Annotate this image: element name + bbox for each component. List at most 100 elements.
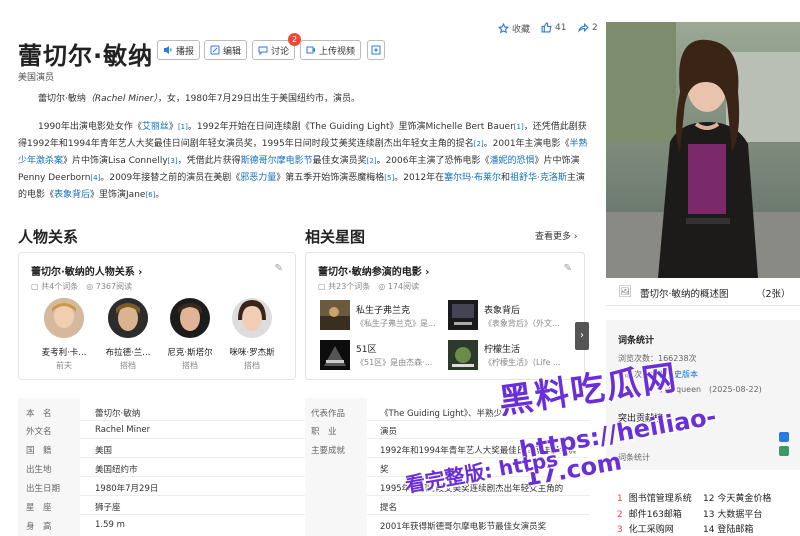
text-fragment: 。2006	[376, 156, 409, 166]
link-supernatural[interactable]: 邪恶力量	[240, 173, 276, 183]
citation-link[interactable]: [5]	[384, 174, 394, 182]
hot-item[interactable]: 14 登陆邮箱	[703, 522, 753, 535]
avatar[interactable]	[232, 298, 272, 338]
movie-poster[interactable]	[320, 340, 350, 370]
citation-link[interactable]: [3]	[168, 157, 178, 165]
read-aloud-button[interactable]: 播报	[157, 40, 201, 60]
text-fragment: 魔梅格	[357, 173, 385, 183]
edit-pencil-icon[interactable]: ✎	[564, 263, 572, 274]
info-label: 出生地	[26, 465, 52, 475]
relations-entry-count: 共4个词条	[41, 282, 79, 291]
info-value: 《The Guiding Light》、半熟少...	[380, 409, 511, 419]
image-icon: 🖼	[618, 285, 632, 298]
hot-rank: 13	[703, 510, 715, 520]
link-festival[interactable]: 斯德哥尔摩电影节	[241, 156, 313, 166]
movie-title[interactable]: 表象背后	[484, 303, 520, 316]
person-name[interactable]: 布拉德·兰...	[98, 346, 158, 358]
view-more-link[interactable]: 查看更多 ›	[535, 229, 578, 242]
citation-link[interactable]: [6]	[145, 191, 155, 199]
collect-button[interactable]: 收藏	[498, 22, 530, 35]
share-button[interactable]: 2	[578, 22, 598, 33]
hot-item[interactable]: 1 图书馆管理系统	[617, 491, 692, 504]
citation-link[interactable]: [1]	[514, 123, 524, 131]
hot-item[interactable]: 12 今天黄金价格	[703, 491, 771, 504]
info-value: 提名	[380, 503, 398, 513]
hot-rank: 14	[703, 525, 715, 535]
eye-icon: ◎	[86, 282, 94, 291]
chat-bubble-icon	[258, 46, 268, 55]
info-label: 身 高	[26, 522, 52, 532]
person-role: 搭档	[120, 361, 136, 370]
star-icon	[498, 23, 509, 34]
info-value: 奖	[380, 465, 389, 475]
related-card-meta: ▢ 共23个词条 ◎ 174阅读	[318, 281, 419, 292]
movie-poster[interactable]	[448, 300, 478, 330]
relations-card-title[interactable]: 蕾切尔·敏纳的人物关系 ›	[31, 263, 142, 278]
link-movie[interactable]: 潘妮的恐惧	[489, 156, 534, 166]
bookmark-icon[interactable]	[779, 446, 789, 456]
photo-caption-bar[interactable]: 🖼 蕾切尔·敏纳的概述图 （2张）	[606, 278, 800, 306]
person-role: 搭档	[182, 361, 198, 370]
citation-link[interactable]: [2]	[474, 140, 484, 148]
upload-video-button[interactable]: 上传视频	[300, 40, 362, 60]
edit-pencil-icon[interactable]: ✎	[275, 263, 283, 274]
person-name[interactable]: 咪咪·罗杰斯	[222, 346, 282, 358]
info-label: 出生日期	[26, 484, 61, 494]
hot-title: 今天黄金价格	[717, 494, 772, 504]
hot-item[interactable]: 2 邮件163邮箱	[617, 507, 682, 520]
citation-link[interactable]: [4]	[90, 174, 100, 182]
hot-title: 化工采购网	[628, 525, 674, 535]
info-value: 蕾切尔·敏纳	[95, 409, 141, 419]
link-movie[interactable]: 表象背后	[54, 190, 90, 200]
movie-poster[interactable]	[448, 340, 478, 370]
link-actor[interactable]: 塞尔玛·布莱尔	[444, 173, 501, 183]
thumbs-up-icon	[541, 22, 552, 33]
movie-desc: 《私生子弗兰克》是...	[356, 319, 436, 328]
upload-video-label: 上传视频	[319, 46, 356, 57]
info-value-link[interactable]: 狮子座	[95, 501, 121, 513]
hot-item[interactable]: 13 大数据平台	[703, 507, 762, 520]
intro-paragraph-2: 1990年出演电影处女作《艾丽丝》[1]。1992年开始在日间连续剧《The G…	[18, 119, 588, 204]
avatar[interactable]	[108, 298, 148, 338]
link-actor[interactable]: 祖舒华·克洛斯	[510, 173, 567, 183]
info-label: 外文名	[26, 427, 52, 437]
divider	[18, 514, 590, 515]
text-fragment: 1990年出演电影处女作《	[38, 122, 142, 132]
plus-icon	[371, 45, 381, 55]
like-button[interactable]: 41	[541, 22, 566, 33]
photo-count: （2张）	[756, 289, 791, 300]
intro-latin-name: （Rachel Miner）	[85, 94, 158, 104]
hot-title: 登陆邮箱	[717, 525, 754, 535]
intro-name: 蕾切尔·敏纳	[38, 94, 86, 104]
edit-button[interactable]: 编辑	[204, 40, 248, 60]
related-card-title[interactable]: 蕾切尔·敏纳参演的电影 ›	[318, 263, 429, 278]
entry-icon: ▢	[31, 282, 39, 291]
movie-desc: 《51区》是由杰森·...	[356, 358, 433, 367]
hot-rank: 1	[617, 494, 623, 504]
movie-title[interactable]: 51区	[356, 342, 376, 355]
citation-link[interactable]: [1]	[178, 123, 188, 131]
text-fragment: ，还	[523, 122, 542, 132]
citation-link[interactable]: [2]	[367, 157, 377, 165]
avatar[interactable]	[44, 298, 84, 338]
movie-title[interactable]: 柠檬生活	[484, 342, 520, 355]
info-value-link[interactable]: 美国	[95, 444, 112, 456]
link-alice[interactable]: 艾丽丝	[142, 122, 169, 132]
relations-heading: 人物关系	[18, 228, 79, 246]
avatar[interactable]	[170, 298, 210, 338]
movie-poster[interactable]	[320, 300, 350, 330]
text-fragment: 》里饰演Jane	[90, 190, 146, 200]
info-value: 1.59 m	[95, 520, 125, 530]
movie-title[interactable]: 私生子弗兰克	[356, 303, 410, 316]
text-fragment: 。2001年主演电影《	[483, 139, 570, 149]
hot-item[interactable]: 3 化工采购网	[617, 522, 674, 535]
info-label: 职 业	[311, 427, 337, 437]
person-name[interactable]: 麦考利·卡...	[34, 346, 94, 358]
text-fragment: 和	[501, 173, 511, 183]
info-label: 国 籍	[26, 446, 52, 456]
person-name[interactable]: 尼克·斯塔尔	[160, 346, 220, 358]
summary-photo[interactable]	[606, 22, 800, 278]
carousel-next-button[interactable]: ›	[575, 322, 589, 350]
relations-card-title-text: 蕾切尔·敏纳的人物关系	[31, 267, 135, 278]
add-button[interactable]	[367, 40, 385, 60]
